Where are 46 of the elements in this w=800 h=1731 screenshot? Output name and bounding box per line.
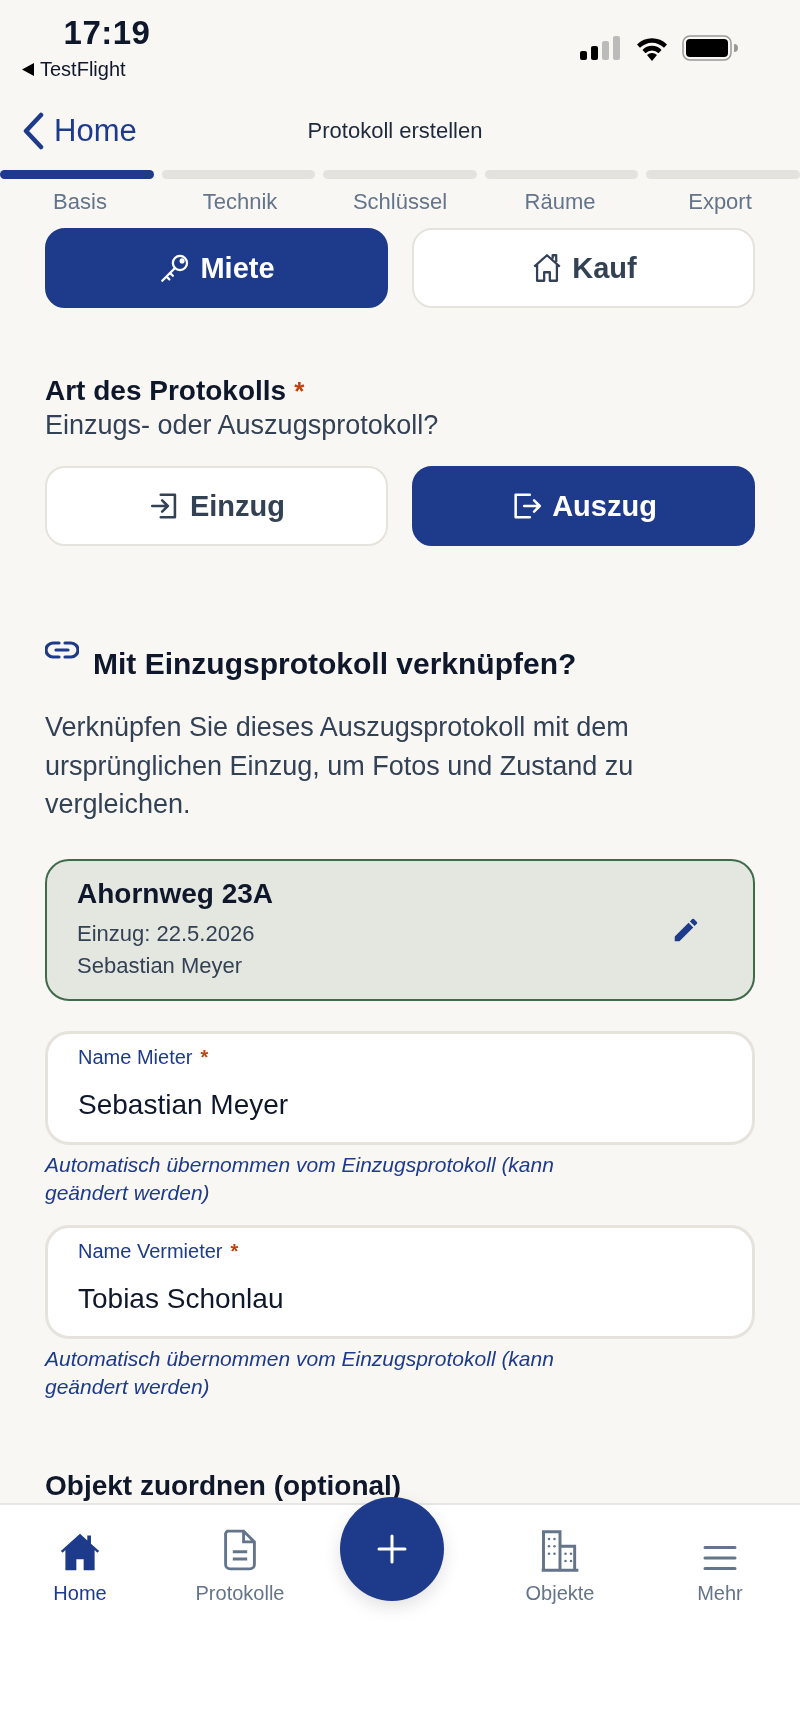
wifi-icon — [634, 35, 670, 61]
section-description: Verknüpfen Sie dieses Auszugsprotokoll mit dem ursprünglichen Einzug, um Fotos und Zustand zu vergleichen. — [45, 711, 635, 821]
text-field[interactable]: Name Mieter * Sebastian Meyer — [45, 1031, 755, 1145]
section-title: Mit Einzugsprotokoll verknüpfen? — [93, 646, 577, 682]
contract-type-button[interactable]: Kauf — [412, 228, 755, 308]
field-label: Name Mieter — [78, 1046, 193, 1069]
plus-icon — [377, 1534, 407, 1564]
tab-item[interactable]: Objekte — [480, 1521, 640, 1605]
required-mark: * — [294, 375, 305, 408]
field-hint: Automatisch übernommen vom Einzugsprotokoll (kann geändert werden) — [45, 1346, 555, 1400]
address-title: Ahornweg 23A — [77, 877, 274, 910]
text-input[interactable]: Tobias Schonlau — [78, 1283, 722, 1315]
step-label[interactable]: Technik — [202, 189, 278, 215]
field-label: Name Vermieter — [78, 1240, 223, 1263]
screen-title: Protokoll erstellen — [307, 118, 483, 144]
buildings-icon — [539, 1528, 581, 1572]
step-label[interactable]: Räume — [524, 189, 596, 215]
step-label[interactable]: Schlüssel — [352, 189, 448, 215]
contract-type-button[interactable]: Miete — [45, 228, 388, 308]
document-icon — [222, 1528, 258, 1572]
required-mark: * — [230, 1240, 239, 1263]
link-icon — [45, 640, 79, 660]
step-label[interactable]: Export — [688, 189, 752, 215]
protocol-type-button[interactable]: Einzug — [45, 466, 388, 546]
tab-item[interactable]: Protokolle — [160, 1521, 320, 1605]
text-field[interactable]: Name Vermieter * Tobias Schonlau — [45, 1225, 755, 1339]
protocol-type-button[interactable]: Auszug — [412, 466, 755, 546]
clock-time: 17:19 — [63, 14, 151, 52]
section-subtitle: Einzugs- oder Auszugsprotokoll? — [45, 409, 440, 442]
section-title: Objekt zuordnen (optional) — [45, 1469, 402, 1503]
required-mark: * — [200, 1046, 209, 1069]
menu-icon — [702, 1544, 738, 1572]
back-app-link[interactable]: TestFlight — [40, 58, 126, 81]
back-button[interactable]: Home — [22, 112, 137, 150]
chevron-left-icon — [22, 112, 44, 150]
tab-item[interactable]: Home — [0, 1521, 160, 1605]
signal-icon — [580, 36, 622, 60]
text-input[interactable]: Sebastian Meyer — [78, 1089, 722, 1121]
back-triangle-icon[interactable] — [22, 63, 34, 76]
tab-item[interactable]: Mehr — [640, 1521, 800, 1605]
tenant-name: Sebastian Meyer — [77, 951, 244, 980]
field-hint: Automatisch übernommen vom Einzugsprotokoll (kann geändert werden) — [45, 1152, 555, 1206]
section-title: Art des Protokolls — [45, 374, 287, 408]
move-in-date: Einzug: 22.5.2026 — [77, 919, 256, 948]
battery-icon — [682, 35, 738, 61]
step-label[interactable]: Basis — [53, 189, 107, 215]
